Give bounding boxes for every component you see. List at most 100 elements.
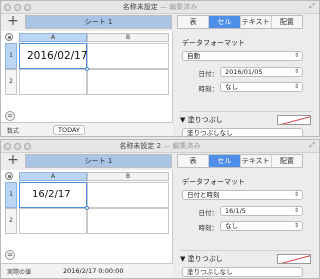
date-format-select[interactable]: 16/1/5 ⇕ (220, 206, 303, 216)
data-format-title: データフォーマット (182, 39, 245, 47)
format-select[interactable]: 自動 ⇕ (182, 51, 303, 61)
inspector-panel: データフォーマット 自動 ⇕ 日付： 2016/01/05 ⇕ 時刻： なし ⇕… (174, 31, 319, 136)
tab-arrange[interactable]: 配置 (272, 155, 302, 167)
plus-icon[interactable]: + (5, 153, 21, 168)
fill-select-value: 塗りつぶしなし (187, 268, 233, 276)
time-format-value: なし (225, 83, 238, 91)
inspector-tabs: 表 セル テキスト 配置 (177, 15, 303, 29)
select-all-icon[interactable] (5, 172, 13, 180)
sheet-tab[interactable]: シート 1 (25, 15, 172, 29)
formula-bar: 実際の値 2016/2/17 0:00:00 (1, 263, 173, 278)
resize-handle[interactable] (85, 206, 89, 210)
formula-token[interactable]: TODAY (53, 125, 85, 135)
expand-icon[interactable]: ⤢ (309, 141, 315, 150)
toolbar: + シート 1 表 セル テキスト 配置 (1, 14, 319, 30)
window-title: 名称未設定 2 — 編集済み (1, 141, 319, 151)
edited-status: — 編集済み (157, 3, 198, 11)
window-title: 名称未設定 — 編集済み (1, 2, 319, 12)
format-select-value: 自動 (187, 52, 200, 60)
cell-b2[interactable] (87, 208, 169, 234)
disclosure-triangle-icon: ▼ (180, 116, 186, 124)
inspector-tabs: 表 セル テキスト 配置 (177, 154, 303, 168)
fill-section-header[interactable]: ▼ 塗りつぶし (180, 254, 223, 264)
cell-b2[interactable] (87, 69, 169, 95)
row-header-2[interactable]: 2 (5, 208, 17, 234)
select-all-icon[interactable] (5, 33, 13, 41)
cell-b1[interactable] (87, 182, 169, 208)
document-name: 名称未設定 (122, 3, 158, 11)
column-header-b[interactable]: B (87, 33, 169, 42)
chevron-updown-icon: ⇕ (293, 191, 299, 198)
cell-b1[interactable] (87, 43, 169, 69)
chevron-updown-icon: ⇕ (293, 83, 299, 90)
fill-select[interactable]: 塗りつぶしなし (182, 128, 303, 137)
column-header-b[interactable]: B (87, 172, 169, 181)
chevron-updown-icon: ⇕ (293, 222, 299, 229)
row-header-1[interactable]: 1 (5, 43, 17, 69)
fill-section-header[interactable]: ▼ 塗りつぶし (180, 115, 223, 125)
formula-bar: 数式 TODAY (1, 122, 173, 136)
sheet-tab[interactable]: シート 1 (25, 154, 172, 168)
divider (180, 111, 313, 112)
plus-icon[interactable]: + (5, 14, 21, 29)
fill-color-swatch[interactable] (277, 115, 311, 125)
cell-a1[interactable]: 2016/02/17 (19, 43, 88, 69)
resize-handle[interactable] (85, 67, 89, 71)
title-bar[interactable]: 名称未設定 — 編集済み ⤢ (1, 1, 319, 14)
tab-text[interactable]: テキスト (241, 155, 272, 167)
time-format-select[interactable]: なし ⇕ (220, 221, 303, 231)
cell-a1-value: 16/2/17 (32, 189, 71, 200)
format-select-value: 日付と時刻 (187, 191, 220, 199)
date-format-value: 2016/01/05 (225, 68, 263, 76)
column-header-a[interactable]: A (19, 33, 87, 42)
fill-label: 塗りつぶし (187, 255, 223, 263)
time-label: 時刻： (198, 85, 219, 93)
formula-label: 実際の値 (7, 269, 32, 276)
cell-a2[interactable] (19, 208, 87, 234)
cell-a1[interactable]: 16/2/17 (19, 182, 87, 208)
time-format-select[interactable]: なし ⇕ (220, 82, 303, 92)
tab-cell[interactable]: セル (209, 16, 241, 28)
divider (180, 250, 313, 251)
numbers-window-1: 名称未設定 — 編集済み ⤢ + シート 1 表 セル テキスト 配置 A B … (0, 0, 320, 137)
fill-label: 塗りつぶし (187, 116, 223, 124)
cell-a1-value: 2016/02/17 (27, 50, 88, 62)
toolbar: + シート 1 表 セル テキスト 配置 (1, 153, 319, 169)
fill-color-swatch[interactable] (277, 254, 311, 264)
chevron-updown-icon: ⇕ (293, 68, 299, 75)
document-name: 名称未設定 2 (119, 142, 162, 150)
date-format-select[interactable]: 2016/01/05 ⇕ (220, 67, 303, 77)
equals-icon[interactable]: = (5, 111, 15, 121)
row-header-2[interactable]: 2 (5, 69, 17, 95)
equals-icon[interactable]: = (5, 250, 15, 260)
column-header-a[interactable]: A (19, 172, 87, 181)
chevron-updown-icon: ⇕ (293, 207, 299, 214)
time-format-value: なし (225, 222, 238, 230)
title-bar[interactable]: 名称未設定 2 — 編集済み ⤢ (1, 140, 319, 153)
fill-select-value: 塗りつぶしなし (187, 129, 233, 137)
numbers-window-2: 名称未設定 2 — 編集済み ⤢ + シート 1 表 セル テキスト 配置 A … (0, 139, 320, 279)
tab-table[interactable]: 表 (178, 155, 210, 167)
format-select[interactable]: 日付と時刻 ⇕ (182, 190, 303, 200)
actual-value: 2016/2/17 0:00:00 (63, 267, 124, 275)
date-format-value: 16/1/5 (225, 207, 246, 215)
data-format-title: データフォーマット (182, 178, 245, 186)
tab-arrange[interactable]: 配置 (272, 16, 302, 28)
row-header-1[interactable]: 1 (5, 182, 17, 208)
disclosure-triangle-icon: ▼ (180, 255, 186, 263)
fill-select[interactable]: 塗りつぶしなし (182, 267, 303, 277)
tab-text[interactable]: テキスト (241, 16, 272, 28)
inspector-panel: データフォーマット 日付と時刻 ⇕ 日付： 16/1/5 ⇕ 時刻： なし ⇕ … (174, 170, 319, 278)
spreadsheet-grid: A B 1 2 2016/02/17 = (1, 31, 173, 122)
expand-icon[interactable]: ⤢ (309, 2, 315, 11)
formula-label: 数式 (7, 128, 20, 135)
tab-table[interactable]: 表 (178, 16, 210, 28)
date-label: 日付： (198, 209, 219, 217)
tab-cell[interactable]: セル (209, 155, 241, 167)
date-label: 日付： (198, 70, 219, 78)
cell-a2[interactable] (19, 69, 87, 95)
time-label: 時刻： (198, 224, 219, 232)
edited-status: — 編集済み (161, 142, 201, 150)
chevron-updown-icon: ⇕ (293, 52, 299, 59)
spreadsheet-grid: A B 1 2 16/2/17 = (1, 170, 173, 263)
